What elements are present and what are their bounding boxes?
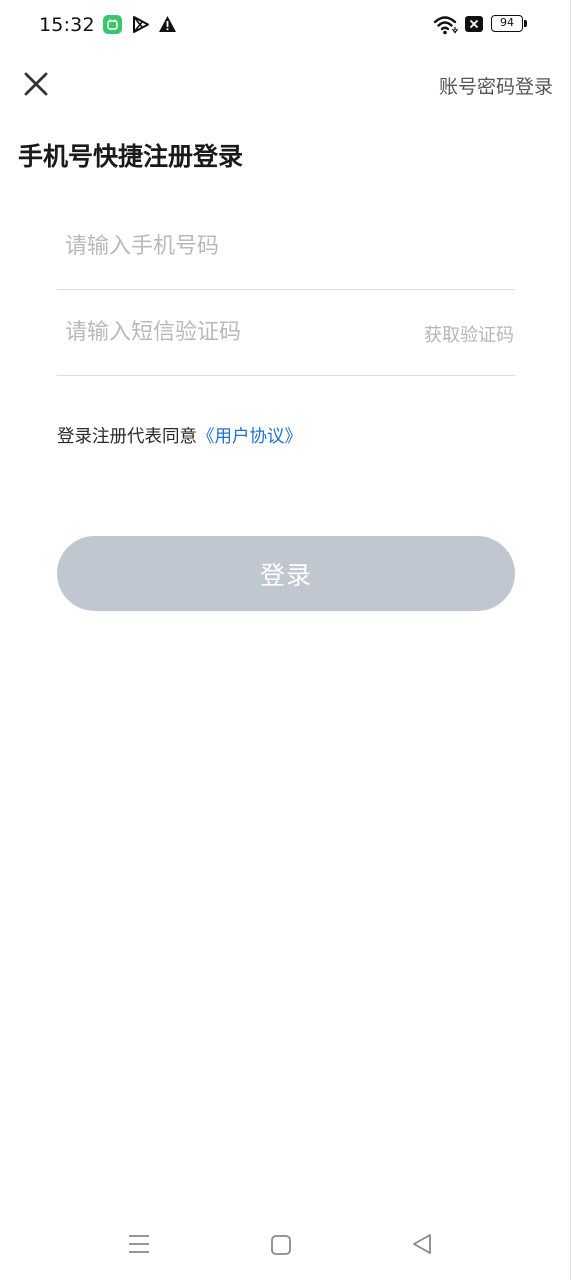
menu-icon[interactable] xyxy=(127,1233,151,1255)
phone-input[interactable] xyxy=(65,228,405,264)
edge-divider xyxy=(570,0,571,1280)
close-icon xyxy=(24,72,48,96)
warning-icon xyxy=(159,16,176,32)
back-icon[interactable] xyxy=(411,1233,433,1255)
sms-code-input[interactable] xyxy=(65,314,405,350)
agreement-label: 登录注册代表同意 xyxy=(57,427,197,447)
user-agreement-link[interactable]: 《用户协议》 xyxy=(197,427,302,447)
battery-icon: 94 xyxy=(491,15,523,32)
status-time: 15:32 xyxy=(39,14,95,36)
get-code-button[interactable]: 获取验证码 xyxy=(424,321,514,347)
status-bar: 15:32 94 xyxy=(0,0,572,52)
password-login-link[interactable]: 账号密码登录 xyxy=(439,72,553,99)
sim-blocked-icon xyxy=(465,16,483,32)
login-page: 15:32 94 账号密码登录 手机号快捷注册登录 请输入手机号码 请输入短信验… xyxy=(0,0,572,1280)
wifi-icon xyxy=(433,16,459,35)
battery-tip xyxy=(524,20,527,27)
login-button[interactable]: 登录 xyxy=(57,536,515,611)
page-title: 手机号快捷注册登录 xyxy=(18,142,244,171)
close-button[interactable] xyxy=(20,68,52,100)
play-store-icon xyxy=(133,16,149,33)
sms-code-field: 获取验证码 xyxy=(57,290,515,376)
app-notification-icon xyxy=(103,15,122,34)
phone-field xyxy=(57,204,515,290)
home-icon[interactable] xyxy=(270,1234,292,1256)
agreement-text: 登录注册代表同意《用户协议》 xyxy=(57,423,302,448)
